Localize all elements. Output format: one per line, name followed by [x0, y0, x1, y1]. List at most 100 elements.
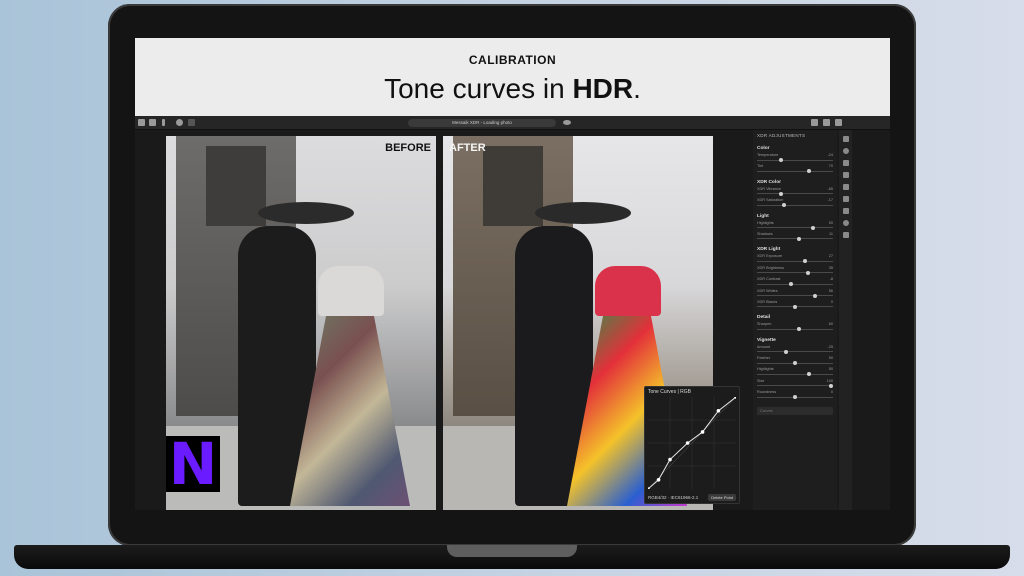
curve-control-point[interactable]: [668, 457, 672, 462]
preset-field[interactable]: Curves: [757, 406, 833, 415]
adjustment-slider[interactable]: XDR Saturation -17: [753, 197, 837, 208]
slider-knob[interactable]: [778, 191, 783, 196]
slider-knob[interactable]: [784, 349, 789, 354]
hero-title-bold: HDR: [572, 73, 634, 104]
curve-control-point[interactable]: [685, 441, 690, 445]
curve-control-point[interactable]: [700, 430, 705, 434]
slider-track[interactable]: [757, 204, 833, 206]
color-icon[interactable]: [842, 148, 849, 154]
slider-value: -17: [827, 198, 834, 203]
slider-track[interactable]: [757, 272, 833, 274]
curve-control-point[interactable]: [716, 409, 721, 413]
slider-value: 50: [828, 220, 833, 225]
tower-belfry: [206, 146, 266, 226]
brush-icon[interactable]: [842, 196, 849, 202]
delete-point-button[interactable]: Delete Point: [708, 494, 736, 501]
slider-knob[interactable]: [796, 327, 801, 332]
slider-knob[interactable]: [807, 169, 812, 174]
dancer-blouse: [318, 266, 384, 316]
slider-track[interactable]: [757, 385, 833, 387]
slider-track[interactable]: [757, 283, 833, 285]
laptop-notch: [447, 545, 577, 557]
adjustment-slider[interactable]: Shadows 11: [753, 231, 837, 242]
slider-knob[interactable]: [789, 282, 794, 287]
slider-value: 0: [830, 390, 833, 395]
eye-icon[interactable]: [563, 120, 571, 125]
slider-value: 35: [828, 265, 833, 270]
slider-track[interactable]: [757, 193, 833, 195]
tone-curve-graph[interactable]: [648, 397, 736, 489]
grid-icon[interactable]: [138, 119, 145, 126]
slider-track[interactable]: [757, 373, 833, 375]
slider-knob[interactable]: [829, 383, 833, 388]
layers-icon[interactable]: [842, 172, 849, 178]
slider-label: Roundness: [757, 390, 777, 395]
slider-knob[interactable]: [796, 236, 801, 241]
slider-track[interactable]: [757, 159, 833, 161]
adjust-icon[interactable]: [842, 136, 849, 142]
filter-icon[interactable]: [842, 160, 849, 166]
slider-knob[interactable]: [782, 203, 787, 208]
adjustment-slider[interactable]: Highlights 50: [753, 366, 837, 377]
slider-knob[interactable]: [793, 395, 797, 400]
tower-belfry: [483, 146, 543, 226]
crop-icon[interactable]: [842, 208, 849, 214]
history-icon[interactable]: [842, 220, 849, 226]
adjustment-slider[interactable]: XDR Contrast -8: [753, 276, 837, 287]
slider-track[interactable]: [757, 170, 833, 172]
adjustment-slider[interactable]: XDR Exposure 27: [753, 253, 837, 264]
section-title: Detail: [757, 315, 771, 321]
slider-value: 56: [828, 288, 833, 293]
slider-label: XDR Whites: [757, 288, 778, 293]
hero-title-suffix: .: [633, 73, 641, 104]
adjustment-slider[interactable]: XDR Blacks 0: [753, 299, 837, 310]
curve-control-point[interactable]: [656, 478, 661, 482]
adjustment-slider[interactable]: XDR Whites 56: [753, 288, 837, 299]
slider-knob[interactable]: [805, 270, 810, 275]
slider-knob[interactable]: [807, 372, 812, 377]
adjustment-slider[interactable]: Amount -25: [753, 344, 837, 355]
info-icon[interactable]: [176, 119, 183, 126]
slider-label: XDR Exposure: [757, 254, 783, 259]
slider-knob[interactable]: [778, 158, 783, 162]
slider-track[interactable]: [757, 351, 833, 353]
adjustment-slider[interactable]: Highlights 50: [753, 220, 837, 231]
slider-track[interactable]: [757, 227, 833, 229]
adjustment-slider[interactable]: Size 100: [753, 378, 837, 389]
export-icon[interactable]: [842, 232, 849, 238]
sombrero: [535, 202, 631, 224]
more-icon[interactable]: [162, 119, 165, 126]
section-title: Vignette: [757, 337, 776, 343]
slider-track[interactable]: [757, 260, 833, 262]
slider-value: 0: [830, 299, 833, 304]
slider-value: -25: [827, 344, 834, 349]
hero-title-prefix: Tone curves in: [384, 73, 573, 104]
compare-icon[interactable]: [823, 119, 830, 126]
slider-label: XDR Vibrance: [757, 186, 781, 191]
undo-icon[interactable]: [188, 119, 195, 126]
folder-icon[interactable]: [149, 119, 156, 126]
fullscreen-icon[interactable]: [835, 119, 842, 126]
slider-knob[interactable]: [813, 293, 818, 298]
slider-label: Feather: [757, 356, 771, 361]
slider-value: 27: [828, 254, 833, 259]
slider-track[interactable]: [757, 238, 833, 240]
color-profile: RGB4/32 · IEC61966-2.1: [648, 495, 699, 500]
split-view-icon[interactable]: [811, 119, 818, 126]
adjustment-slider[interactable]: XDR Vibrance -65: [753, 186, 837, 197]
slider-knob[interactable]: [803, 259, 808, 264]
slider-knob[interactable]: [793, 304, 797, 309]
slider-track[interactable]: [757, 328, 833, 330]
adjustment-slider[interactable]: Temperature -24: [753, 152, 837, 163]
adjustment-slider[interactable]: Feather 50: [753, 355, 837, 366]
adjustment-slider[interactable]: Tint 70: [753, 163, 837, 174]
tone-curves-panel[interactable]: Tone Curves | RGB RGB4/32 · IEC61966-2.1…: [644, 386, 740, 504]
adjustment-slider[interactable]: Sharpen 60: [753, 321, 837, 332]
laptop-screen: CALIBRATION Tone curves in HDR. Messaik …: [135, 38, 890, 510]
slider-knob[interactable]: [793, 361, 797, 366]
text-icon[interactable]: [842, 184, 849, 190]
slider-track[interactable]: [757, 295, 833, 297]
slider-knob[interactable]: [811, 225, 815, 230]
adjustment-slider[interactable]: XDR Brightness 35: [753, 265, 837, 276]
adjustment-slider[interactable]: Roundness 0: [753, 389, 837, 400]
